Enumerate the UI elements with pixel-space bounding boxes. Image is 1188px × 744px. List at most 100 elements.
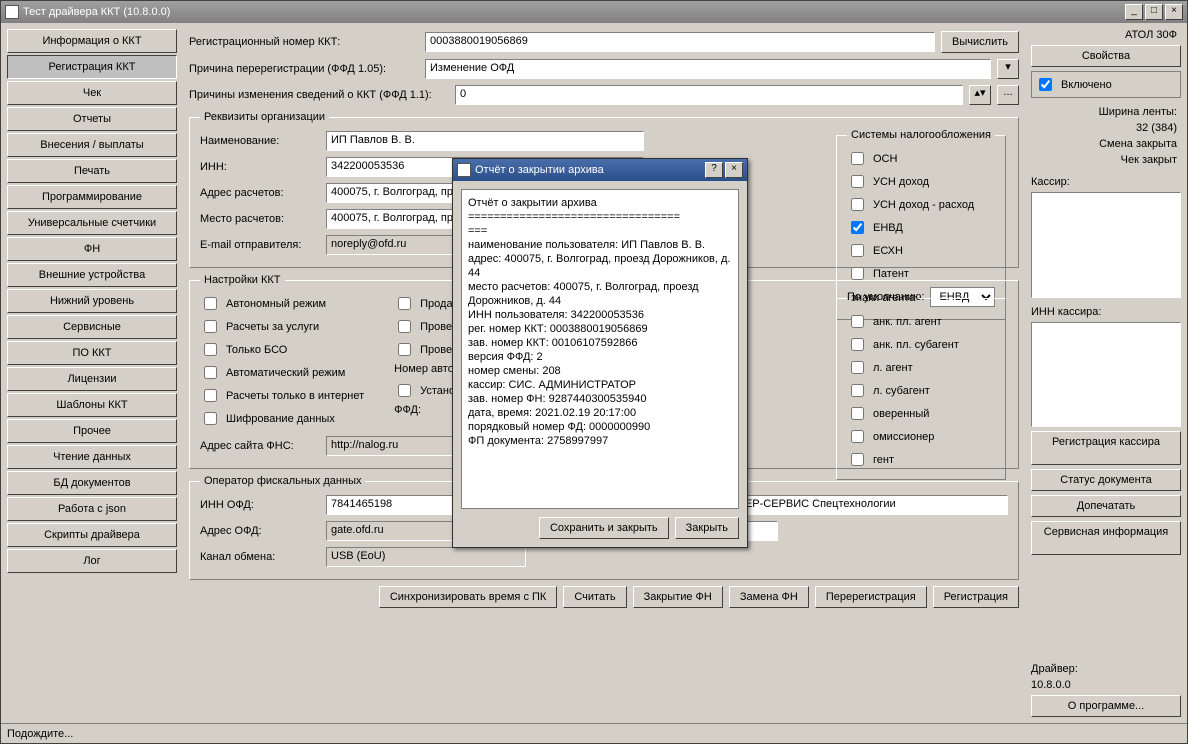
ofd-name-input[interactable]: ПЕТЕР-СЕРВИС Спецтехнологии [718, 495, 1008, 515]
agent-lbl-1: анк. пл. субагент [873, 339, 959, 351]
dialog-close-button[interactable]: × [725, 162, 743, 178]
report-textarea[interactable]: Отчёт о закрытии архива ================… [461, 189, 739, 509]
settings-right-chk-2[interactable] [398, 343, 411, 356]
agent-fieldset: знаки агента анк. пл. агентанк. пл. суба… [836, 292, 1006, 480]
bottom-btn-2[interactable]: Закрытие ФН [633, 586, 723, 608]
nav-универсальные-счетчики[interactable]: Универсальные счетчики [7, 211, 177, 235]
reasons-spinner-icon[interactable]: ▴▾ [969, 85, 991, 105]
reg-cashier-button[interactable]: Регистрация кассира [1031, 431, 1181, 465]
settings-left-chk-1[interactable] [204, 320, 217, 333]
nav-сервисные[interactable]: Сервисные [7, 315, 177, 339]
change-reasons-input[interactable]: 0 [455, 85, 963, 105]
nav-работа-с-json[interactable]: Работа с json [7, 497, 177, 521]
doc-status-button[interactable]: Статус документа [1031, 469, 1181, 491]
agent-chk-0[interactable] [851, 315, 864, 328]
nav-лицензии[interactable]: Лицензии [7, 367, 177, 391]
bottom-btn-0[interactable]: Синхронизировать время с ПК [379, 586, 558, 608]
tax-lbl-1: УСН доход [873, 176, 929, 188]
settings-left-chk-3[interactable] [204, 366, 217, 379]
cashier-inn-input[interactable] [1031, 322, 1181, 428]
settings-left-chk-0[interactable] [204, 297, 217, 310]
agent-chk-2[interactable] [851, 361, 864, 374]
settings-right-chk-0[interactable] [398, 297, 411, 310]
reprint-button[interactable]: Допечатать [1031, 495, 1181, 517]
bottom-btn-1[interactable]: Считать [563, 586, 626, 608]
calc-button[interactable]: Вычислить [941, 31, 1019, 53]
right-panel: АТОЛ 30Ф Свойства Включено Ширина ленты:… [1031, 29, 1181, 717]
about-button[interactable]: О программе... [1031, 695, 1181, 717]
install-chk[interactable] [398, 384, 411, 397]
nav-чтение-данных[interactable]: Чтение данных [7, 445, 177, 469]
org-name-input[interactable]: ИП Павлов В. В. [326, 131, 644, 151]
nav-печать[interactable]: Печать [7, 159, 177, 183]
dialog-titlebar[interactable]: Отчёт о закрытии архива ? × [453, 159, 747, 181]
agent-chk-5[interactable] [851, 430, 864, 443]
rereg-reason-select[interactable]: Изменение ОФД [425, 59, 991, 79]
agent-chk-1[interactable] [851, 338, 864, 351]
minimize-button[interactable]: _ [1125, 4, 1143, 20]
nav-прочее[interactable]: Прочее [7, 419, 177, 443]
bottom-btn-4[interactable]: Перерегистрация [815, 586, 927, 608]
reg-num-input[interactable]: 0003880019056869 [425, 32, 935, 52]
app-icon [5, 5, 19, 19]
settings-left-chk-4[interactable] [204, 389, 217, 402]
tax-chk-3[interactable] [851, 221, 864, 234]
save-and-close-button[interactable]: Сохранить и закрыть [539, 517, 669, 539]
tax-chk-1[interactable] [851, 175, 864, 188]
ofd-chan-input[interactable]: USB (EoU) [326, 547, 526, 567]
nav-по-ккт[interactable]: ПО ККТ [7, 341, 177, 365]
rereg-dropdown-icon[interactable]: ▾ [997, 59, 1019, 79]
nav-информация-о-ккт[interactable]: Информация о ККТ [7, 29, 177, 53]
nav-программирование[interactable]: Программирование [7, 185, 177, 209]
nav-отчеты[interactable]: Отчеты [7, 107, 177, 131]
tax-chk-2[interactable] [851, 198, 864, 211]
nav-лог[interactable]: Лог [7, 549, 177, 573]
agent-lbl-2: л. агент [873, 362, 913, 374]
nav-внесения-выплаты[interactable]: Внесения / выплаты [7, 133, 177, 157]
settings-right-chk-1[interactable] [398, 320, 411, 333]
org-place-label: Место расчетов: [200, 213, 320, 225]
cashier-input[interactable] [1031, 192, 1181, 298]
nav-бд-документов[interactable]: БД документов [7, 471, 177, 495]
reg-num-label: Регистрационный номер ККТ: [189, 36, 419, 48]
org-inn-label: ИНН: [200, 161, 320, 173]
close-button[interactable]: × [1165, 4, 1183, 20]
reasons-more-button[interactable]: ... [997, 85, 1019, 105]
nav-нижний-уровень[interactable]: Нижний уровень [7, 289, 177, 313]
tape-width-value: 32 (384) [1031, 122, 1181, 134]
bottom-btn-3[interactable]: Замена ФН [729, 586, 809, 608]
tax-chk-4[interactable] [851, 244, 864, 257]
enabled-label: Включено [1061, 79, 1112, 91]
status-bar: Подождите... [1, 723, 1187, 743]
nav-внешние-устройства[interactable]: Внешние устройства [7, 263, 177, 287]
dialog-help-button[interactable]: ? [705, 162, 723, 178]
tax-chk-0[interactable] [851, 152, 864, 165]
enabled-checkbox[interactable] [1039, 78, 1052, 91]
settings-left-lbl-0: Автономный режим [226, 298, 326, 310]
nav-фн[interactable]: ФН [7, 237, 177, 261]
maximize-button[interactable]: □ [1145, 4, 1163, 20]
nav-чек[interactable]: Чек [7, 81, 177, 105]
archive-close-dialog: Отчёт о закрытии архива ? × Отчёт о закр… [452, 158, 748, 548]
agent-chk-6[interactable] [851, 453, 864, 466]
status-text: Подождите... [7, 728, 73, 740]
settings-legend: Настройки ККТ [200, 274, 285, 286]
settings-left-chk-2[interactable] [204, 343, 217, 356]
tax-legend: Системы налогообложения [847, 129, 995, 141]
agent-lbl-0: анк. пл. агент [873, 316, 942, 328]
org-name-label: Наименование: [200, 135, 320, 147]
nav-скрипты-драйвера[interactable]: Скрипты драйвера [7, 523, 177, 547]
ofd-addr-label: Адрес ОФД: [200, 525, 320, 537]
bottom-btn-5[interactable]: Регистрация [933, 586, 1019, 608]
properties-button[interactable]: Свойства [1031, 45, 1181, 67]
nav-регистрация-ккт[interactable]: Регистрация ККТ [7, 55, 177, 79]
main-titlebar[interactable]: Тест драйвера ККТ (10.8.0.0) _ □ × [1, 1, 1187, 23]
agent-chk-3[interactable] [851, 384, 864, 397]
settings-left-chk-5[interactable] [204, 412, 217, 425]
dialog-title: Отчёт о закрытии архива [475, 164, 604, 176]
cashier-inn-label: ИНН кассира: [1031, 306, 1181, 318]
agent-chk-4[interactable] [851, 407, 864, 420]
service-info-button[interactable]: Сервисная информация [1031, 521, 1181, 555]
dialog-cancel-button[interactable]: Закрыть [675, 517, 739, 539]
nav-шаблоны-ккт[interactable]: Шаблоны ККТ [7, 393, 177, 417]
